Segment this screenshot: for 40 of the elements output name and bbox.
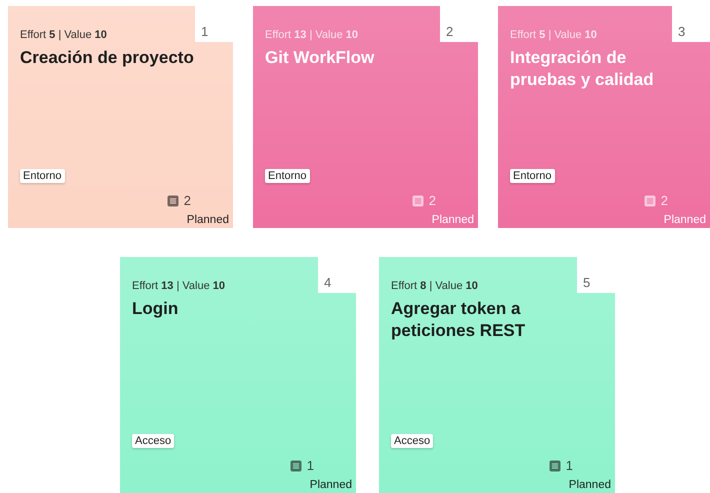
story-card[interactable]: Effort 5 | Value 10 1 Creación de proyecto Entorno 2 Planned xyxy=(8,6,233,228)
list-icon xyxy=(644,194,656,206)
card-number: 3 xyxy=(672,6,710,42)
card-number: 1 xyxy=(195,6,233,42)
card-number: 2 xyxy=(440,6,478,42)
status-text: Planned xyxy=(310,479,352,491)
effort-value-text: Effort 5 | Value 10 xyxy=(510,28,597,42)
effort-value-text: Effort 8 | Value 10 xyxy=(391,279,478,293)
list-icon xyxy=(290,460,302,472)
task-count: 2 xyxy=(184,193,191,208)
card-title: Git WorkFlow xyxy=(265,47,376,69)
story-card[interactable]: Effort 5 | Value 10 3 Integración de pruebas y calidad Entorno 2 Planned xyxy=(498,6,710,228)
tag-label[interactable]: Acceso xyxy=(391,434,434,448)
status-text: Planned xyxy=(186,214,229,226)
list-icon xyxy=(412,194,424,206)
card-title: Creación de proyecto xyxy=(20,47,195,69)
task-count: 1 xyxy=(306,458,314,473)
effort-value-text: Effort 13 | Value 10 xyxy=(265,28,358,42)
tag-label[interactable]: Entorno xyxy=(265,169,310,183)
tag-label[interactable]: Acceso xyxy=(132,434,174,448)
story-card[interactable]: Effort 13 | Value 10 2 Git WorkFlow Entorno 2 Planned xyxy=(253,6,478,228)
effort-value-text: Effort 13 | Value 10 xyxy=(132,279,225,293)
card-title: Integración de pruebas y calidad xyxy=(510,47,655,91)
tag-label[interactable]: Entorno xyxy=(20,169,65,183)
story-card[interactable]: Effort 13 | Value 10 4 Login Acceso 1 Planned xyxy=(120,257,356,493)
card-number: 4 xyxy=(318,257,356,293)
task-count: 2 xyxy=(428,193,436,208)
list-icon xyxy=(548,460,561,472)
card-number: 5 xyxy=(577,257,615,293)
effort-value-text: Effort 5 | Value 10 xyxy=(20,28,107,42)
task-count: 2 xyxy=(660,193,668,208)
story-card[interactable]: Effort 8 | Value 10 5 Agregar token a peticiones REST Acceso 1 Planned xyxy=(379,257,615,493)
card-title: Login xyxy=(132,298,180,320)
list-icon xyxy=(166,194,179,206)
status-text: Planned xyxy=(432,214,474,226)
card-title: Agregar token a peticiones REST xyxy=(391,298,526,342)
task-count: 1 xyxy=(566,458,573,473)
status-text: Planned xyxy=(664,214,706,226)
tag-label[interactable]: Entorno xyxy=(510,169,555,183)
status-text: Planned xyxy=(568,479,611,491)
